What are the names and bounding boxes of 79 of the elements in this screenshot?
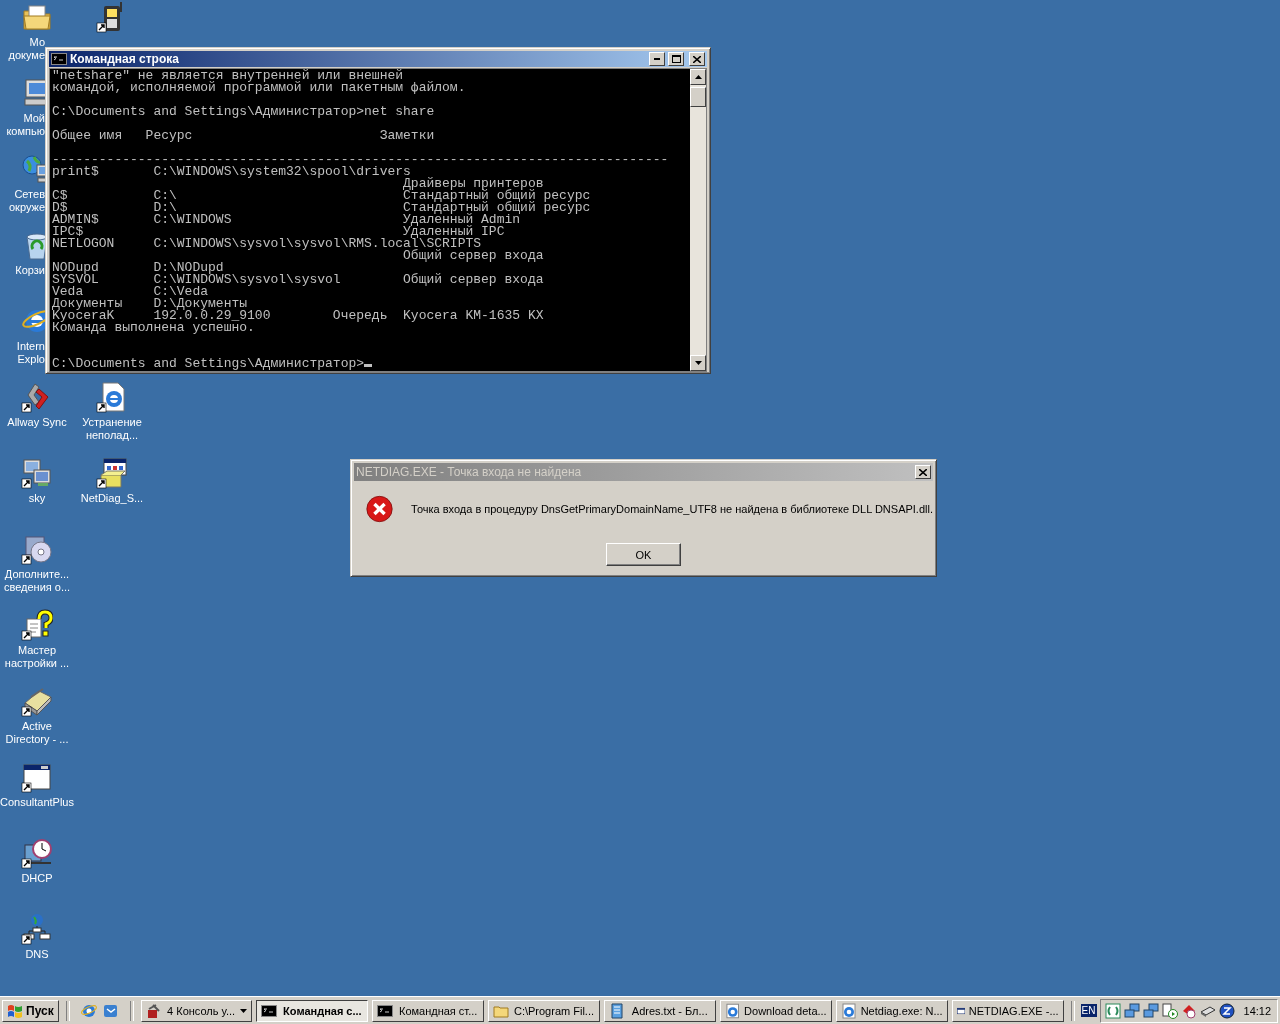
start-button[interactable]: Пуск (2, 999, 59, 1022)
console-line: "netshare" не является внутренней или внешней (52, 70, 405, 82)
icon-label[interactable]: Мо докуме (8, 36, 45, 62)
taskbar-button[interactable]: Download deta... (719, 999, 832, 1022)
notepad-icon (608, 1002, 625, 1019)
maximize-icon (671, 55, 681, 63)
console-line: Документы D:\Документы (52, 298, 248, 310)
icon-label[interactable]: sky (28, 492, 46, 505)
scrollbar[interactable] (690, 69, 706, 371)
console-line: C:\Documents and Settings\Администратор>net share (52, 106, 436, 118)
console-line: NETLOGON C:\WINDOWS\sysvol\sysvol\RMS.local\SCRIPTS (52, 238, 483, 250)
console-line: ------------------------------------------------------------------------------- (52, 154, 670, 166)
error-icon (366, 493, 393, 525)
maximize-button[interactable] (668, 52, 684, 66)
taskbar-button[interactable]: Adres.txt - Бл... (603, 999, 716, 1022)
console-icon (261, 1002, 278, 1019)
browser-icon (724, 1002, 741, 1019)
console-line: KyoceraK 192.0.0.29_9100 Очередь Kyocera KM-1635 KX (52, 310, 545, 322)
icon-label[interactable]: DNS (25, 948, 49, 961)
console-line: Общий сервер входа (403, 250, 545, 262)
title-bar[interactable]: Командная строка (49, 51, 707, 67)
network-icon[interactable] (1123, 1002, 1140, 1019)
console-line: Veda C:\Veda (52, 286, 209, 298)
close-icon (693, 55, 701, 63)
taskbar-button[interactable]: Командная ст... (372, 999, 485, 1022)
console-line: D$ D:\ Стандартный общий ресурс (52, 202, 592, 214)
console-line: NODupd D:\NODupd (52, 262, 224, 274)
up-arrow-icon (694, 75, 702, 79)
console-prompt: C:\Documents and Settings\Администратор> (52, 356, 365, 371)
icon-label[interactable]: Корзи (15, 264, 45, 277)
console-line: Команда выполнена успешно. (52, 322, 255, 334)
taskbar-button[interactable]: Командная с... (256, 999, 369, 1022)
console-line: Драйверы принтеров (403, 178, 545, 190)
console-icon (51, 51, 67, 67)
icon-label[interactable]: Устранение неполад... (82, 416, 142, 442)
close-icon (919, 468, 927, 476)
icon-label[interactable]: ConsultantPlus (0, 796, 74, 809)
console-line: SYSVOL C:\WINDOWS\sysvol\sysvol Общий сервер входа (52, 274, 545, 286)
dialog-title: NETDIAG.EXE - Точка входа не найдена (356, 465, 583, 479)
error-message: Точка входа в процедуру DnsGetPrimaryDomainName_UTF8 не найдена в библиотеке DLL DNSAPI.dll. (411, 503, 933, 515)
browser-icon (840, 1002, 857, 1019)
icon-label[interactable]: Мой компью (6, 112, 45, 138)
taskbar-button[interactable]: C:\Program Fil... (488, 999, 600, 1022)
minimize-button[interactable] (649, 52, 665, 66)
play-icon[interactable] (1161, 1002, 1178, 1019)
console-line: C$ C:\ Стандартный общий ресурс (52, 190, 592, 202)
icon-label[interactable]: Сетев окруже (8, 188, 45, 214)
text-cursor (364, 364, 373, 367)
console-line: ADMIN$ C:\WINDOWS Удаленный Admin (52, 214, 521, 226)
window-title: Командная строка (70, 52, 180, 66)
minimize-icon (654, 58, 660, 60)
language-indicator[interactable]: EN (1080, 1004, 1097, 1017)
icon-label[interactable]: Allway Sync (7, 416, 67, 429)
browser-icon[interactable] (80, 1002, 97, 1019)
taskbar-button[interactable]: NETDIAG.EXE -... (951, 999, 1064, 1022)
close-button[interactable] (915, 465, 931, 479)
taskbar-button[interactable]: Netdiag.exe: N... (835, 999, 948, 1022)
caret-icon (240, 1008, 248, 1013)
icon-label[interactable]: NetDiag_S... (80, 492, 144, 505)
icon-label[interactable]: Дополните... сведения о... (3, 568, 71, 594)
mail-icon[interactable] (102, 1002, 119, 1019)
clock[interactable]: 14:12 (1243, 1004, 1272, 1017)
flag-icon (7, 1003, 23, 1018)
console-line: print$ C:\WINDOWS\system32\spool\drivers (52, 166, 411, 178)
console-icon (377, 1002, 394, 1019)
taskbar-button[interactable]: 4 Консоль у... (140, 999, 253, 1022)
network-icon[interactable] (1142, 1002, 1159, 1019)
scroll-thumb[interactable] (690, 87, 706, 107)
tray-icon[interactable] (1104, 1002, 1121, 1019)
icon-label[interactable]: Active Directory - ... (5, 720, 69, 746)
console-line: командой, исполняемой программой или пакетным файлом. (52, 82, 467, 94)
console-line: Общее имя Ресурс Заметки (52, 130, 436, 142)
close-button[interactable] (689, 52, 705, 66)
icon-label[interactable]: Intern Explo (16, 340, 45, 366)
icon-label[interactable]: DHCP (21, 872, 53, 885)
console-line: IPC$ Удаленный IPC (52, 226, 506, 238)
down-arrow-icon (694, 361, 702, 365)
icon-label[interactable]: Мастер настройки ... (4, 644, 70, 670)
ok-button[interactable]: OK (606, 543, 681, 566)
